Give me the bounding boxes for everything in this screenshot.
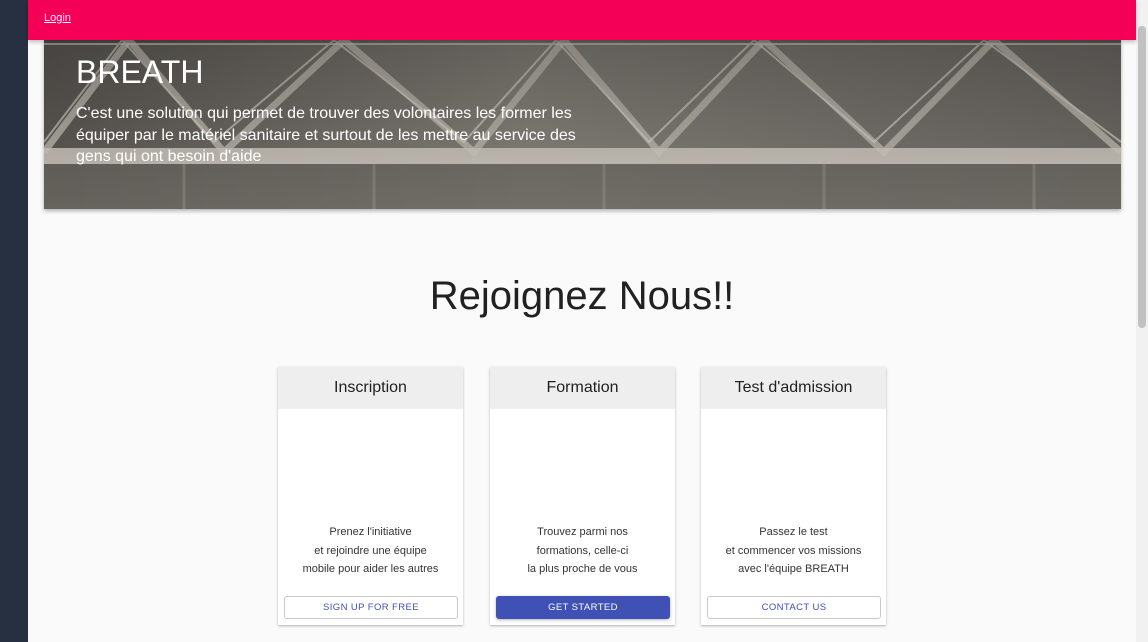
card-body: Trouvez parmi nos formations, celle-ci l… <box>490 523 675 579</box>
hero-banner: BREATH C'est une solution qui permet de … <box>44 40 1121 209</box>
card-body-line: Prenez l'initiative <box>329 526 412 538</box>
hero-description: C'est une solution qui permet de trouver… <box>76 103 596 168</box>
login-link[interactable]: Login <box>44 12 71 24</box>
get-started-button[interactable]: Get started <box>496 596 670 619</box>
left-side-panel <box>0 0 28 642</box>
card-body: Prenez l'initiative et rejoindre une équ… <box>278 523 463 579</box>
card-header: Inscription <box>278 367 463 409</box>
app-bar: Login <box>28 0 1136 40</box>
contact-us-button[interactable]: Contact us <box>707 596 881 619</box>
card-formation: Formation Trouvez parmi nos formations, … <box>490 367 675 625</box>
card-body-line: avec l'équipe BREATH <box>738 563 849 575</box>
card-body-line: et rejoindre une équipe <box>314 544 427 557</box>
card-body-line: la plus proche de vous <box>527 563 638 575</box>
card-body: Passez le test et commencer vos missions… <box>701 523 886 579</box>
vertical-scrollbar[interactable] <box>1136 0 1148 642</box>
card-body-line: formations, celle-ci <box>536 544 629 557</box>
hero-description-line: équiper par le matériel sanitaire et sur… <box>76 126 576 144</box>
card-body-line: Trouvez parmi nos <box>537 526 628 538</box>
scrollbar-thumb[interactable] <box>1138 26 1146 328</box>
hero-description-line: C'est une solution qui permet de trouver… <box>76 105 572 122</box>
card-inscription: Inscription Prenez l'initiative et rejoi… <box>278 367 463 625</box>
card-body-line: mobile pour aider les autres <box>302 563 439 575</box>
section-title: Rejoignez Nous!! <box>429 274 735 318</box>
card-body-line: Passez le test <box>759 526 828 538</box>
hero-title: BREATH <box>76 54 204 90</box>
card-header: Test d'admission <box>701 367 886 409</box>
hero-description-line: gens qui ont besoin d'aide <box>76 148 262 165</box>
card-body-line: et commencer vos missions <box>725 544 862 557</box>
card-header: Formation <box>490 367 675 409</box>
card-test-admission: Test d'admission Passez le test et comme… <box>701 367 886 625</box>
sign-up-button[interactable]: Sign up for free <box>284 596 458 619</box>
